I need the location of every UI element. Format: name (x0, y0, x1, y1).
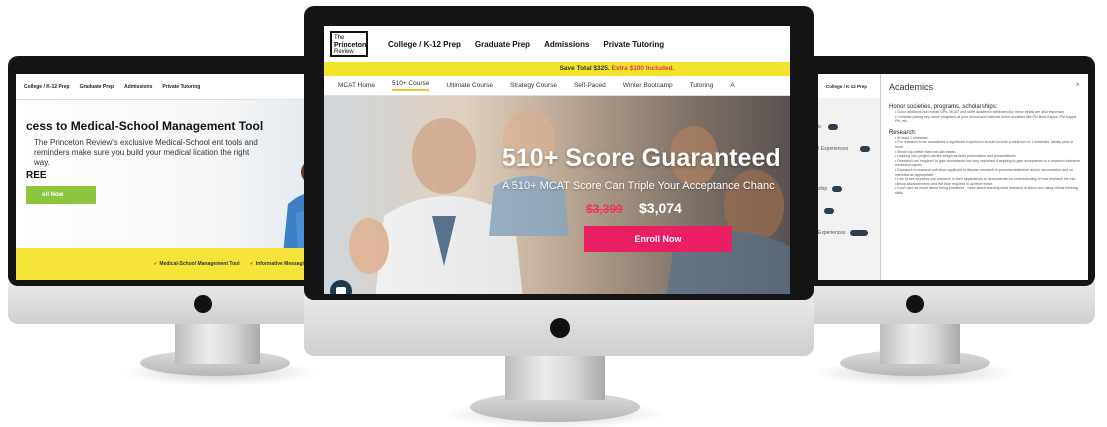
left-title: cess to Medical-School Management Tool (26, 119, 264, 133)
left-nav-item[interactable]: Admissions (124, 84, 152, 90)
logo-line: The (334, 35, 345, 41)
tab-self-paced[interactable]: Self-Paced (574, 82, 606, 89)
left-nav-item[interactable]: Private Tutoring (162, 84, 200, 90)
list-item: Research not 'required' to gain acceptan… (895, 159, 1080, 168)
check-icon: ✓ (249, 261, 254, 267)
list-item: Don't care as much about being published… (895, 186, 1080, 195)
left-monitor-logo-dot (194, 295, 212, 313)
left-nav-item[interactable]: Graduate Prep (80, 84, 114, 90)
left-feature-item: ✓ Informative Messaging (250, 261, 310, 267)
promo-text: Save Total $325. (559, 65, 610, 72)
princeton-review-logo[interactable]: The Princeton Review (330, 31, 368, 57)
left-nav: College / K-12 Prep Graduate Prep Admiss… (16, 74, 338, 100)
right-row[interactable]: I Experiences (818, 146, 848, 152)
left-nav-item[interactable]: College / K-12 Prep (24, 84, 70, 90)
right-monitor-logo-dot (906, 295, 924, 313)
left-monitor-stand (175, 318, 260, 364)
promo-banner[interactable]: Save Total $325. Extra $100 Included. (324, 62, 790, 76)
academics-panel: × Academics Honor societies, programs, s… (880, 74, 1088, 280)
left-feature-label: Medical-School Management Tool (159, 261, 240, 267)
right-row[interactable]: Experiences (818, 230, 846, 236)
menu-item[interactable]: Admissions (544, 40, 589, 49)
menu-item[interactable]: Private Tutoring (603, 40, 664, 49)
right-row-badge (850, 230, 868, 236)
logo-line: Review (334, 49, 354, 55)
check-icon: ✓ (153, 261, 158, 267)
center-header: The Princeton Review College / K-12 Prep… (324, 26, 790, 62)
tab-winter-bootcamp[interactable]: Winter Bootcamp (623, 82, 673, 89)
center-monitor-chin (304, 296, 814, 356)
scene: College / K-12 Prep Graduate Prep Admiss… (0, 0, 1107, 427)
left-feature-bar: ✓ Medical-School Management Tool ✓ Informa… (16, 248, 338, 280)
tab-more[interactable]: A (730, 82, 734, 89)
hero-headline: 510+ Score Guaranteed (502, 144, 781, 172)
hero-overlay (324, 96, 790, 294)
right-row[interactable]: ship (818, 186, 827, 192)
left-free-label: REE (26, 170, 47, 181)
hero-subheadline: A 510+ MCAT Score Can Triple Your Accept… (502, 180, 775, 192)
old-price: $3,399 (586, 202, 623, 216)
tab-strategy-course[interactable]: Strategy Course (510, 82, 557, 89)
chat-bubble-icon (336, 287, 346, 294)
section-list: Good additions but overall GPA, MCAT and… (889, 110, 1080, 124)
center-monitor-stand (505, 350, 605, 400)
menu-item[interactable]: Graduate Prep (475, 40, 530, 49)
course-tabs: MCAT Home 510+ Course Ultimate Course St… (324, 76, 790, 96)
enroll-now-button[interactable]: Enroll Now (584, 226, 732, 252)
right-row-badge (832, 186, 842, 192)
left-enroll-button[interactable]: oll Now (26, 186, 96, 204)
logo-line: Princeton (334, 42, 367, 49)
menu-item[interactable]: College / K-12 Prep (388, 40, 461, 49)
right-row-badge (824, 208, 834, 214)
tab-tutoring[interactable]: Tutoring (690, 82, 714, 89)
left-monitor-chin (8, 282, 340, 324)
left-description: The Princeton Review's exclusive Medical… (34, 138, 258, 167)
hero-banner: 510+ Score Guaranteed A 510+ MCAT Score … (324, 96, 790, 294)
right-row-badge (828, 124, 838, 130)
right-row-badge (860, 146, 870, 152)
right-monitor-chin (790, 282, 1095, 324)
right-nav-item[interactable]: College / K-12 Prep (818, 74, 880, 98)
new-price: $3,074 (639, 200, 682, 216)
right-screen: College / K-12 Prep ic I Experiences shi… (818, 74, 1088, 280)
left-feature-item: ✓ Medical-School Management Tool (153, 261, 239, 267)
list-item: For research to be considered a signific… (895, 140, 1080, 149)
left-screen: College / K-12 Prep Graduate Prep Admiss… (16, 74, 338, 280)
close-icon[interactable]: × (1075, 80, 1080, 89)
list-item: Like to see students use research in the… (895, 177, 1080, 186)
right-monitor-stand (880, 318, 960, 364)
center-monitor-logo-dot (550, 318, 570, 338)
center-screen: The Princeton Review College / K-12 Prep… (324, 26, 790, 294)
left-feature-label: Informative Messaging (255, 261, 310, 267)
list-item: Exposure to research will allow applican… (895, 168, 1080, 177)
section-list: At least 1 semester For research to be c… (889, 136, 1080, 196)
tab-510-course[interactable]: 510+ Course (391, 80, 430, 91)
panel-title: Academics (889, 82, 934, 92)
tab-ultimate-course[interactable]: Ultimate Course (446, 82, 493, 89)
list-item: Good additions but overall GPA, MCAT and… (895, 110, 1080, 115)
promo-highlight: Extra $100 Included. (611, 65, 675, 72)
main-menu: College / K-12 Prep Graduate Prep Admiss… (388, 40, 664, 49)
tab-mcat-home[interactable]: MCAT Home (338, 82, 375, 89)
right-row[interactable]: ic (818, 124, 822, 130)
right-sidebar: College / K-12 Prep ic I Experiences shi… (818, 74, 880, 280)
list-item: Consider joining key honor programs at y… (895, 115, 1080, 124)
